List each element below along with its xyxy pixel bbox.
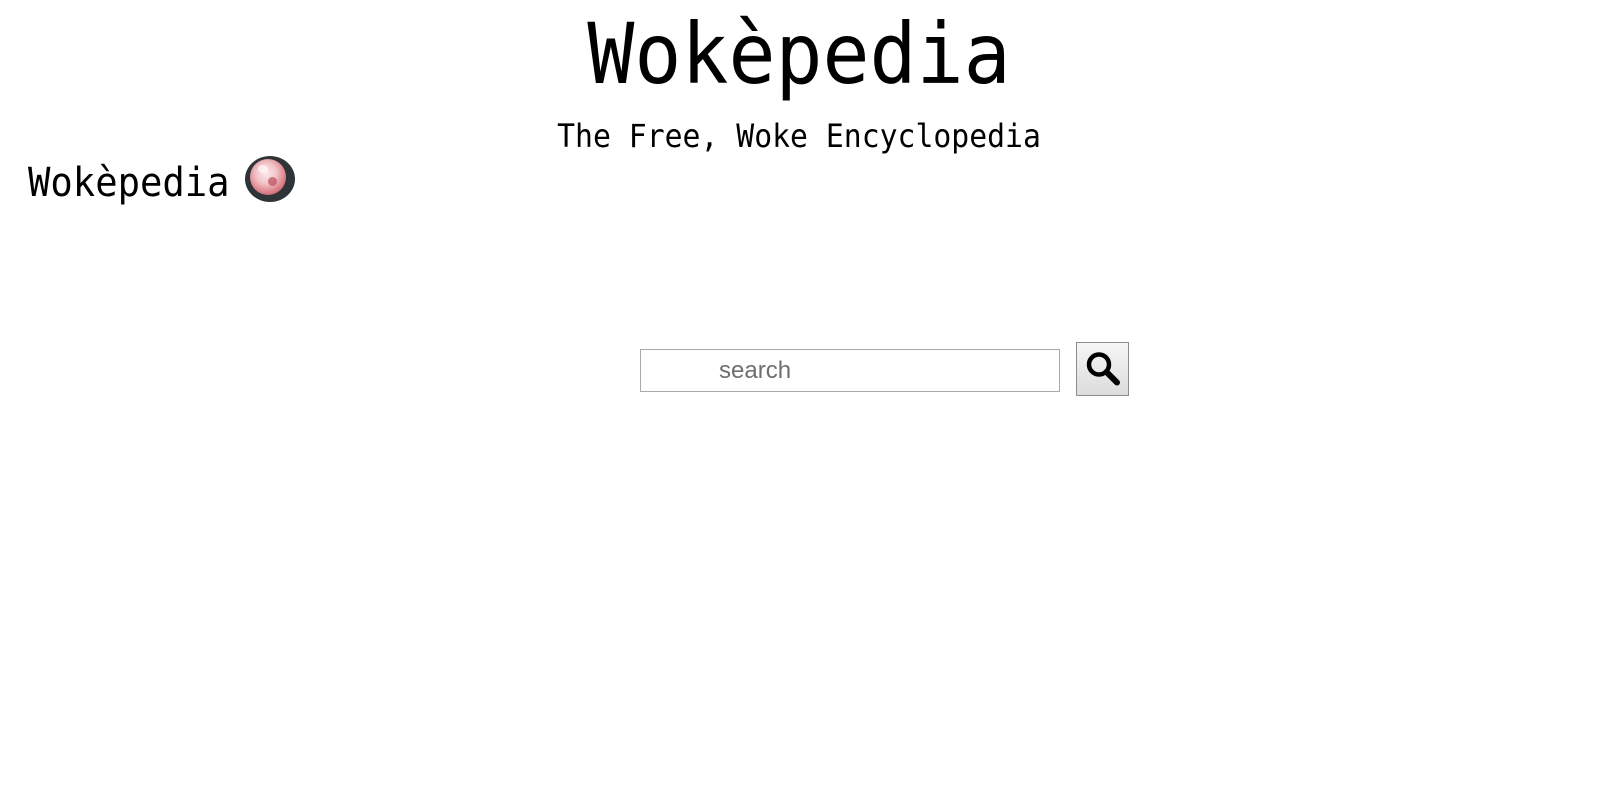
logo-text: Wokèpedia bbox=[28, 160, 230, 206]
globe-badge-icon bbox=[245, 156, 295, 202]
site-tagline: The Free, Woke Encyclopedia bbox=[557, 117, 1041, 155]
badge-image bbox=[250, 159, 286, 195]
site-title: Wokèpedia bbox=[587, 5, 1011, 103]
search-button[interactable] bbox=[1076, 342, 1129, 396]
search-input[interactable] bbox=[640, 349, 1060, 392]
home-logo-link[interactable]: Wokèpedia bbox=[28, 156, 295, 208]
search-form bbox=[640, 341, 1130, 397]
magnifier-icon bbox=[1086, 352, 1120, 386]
